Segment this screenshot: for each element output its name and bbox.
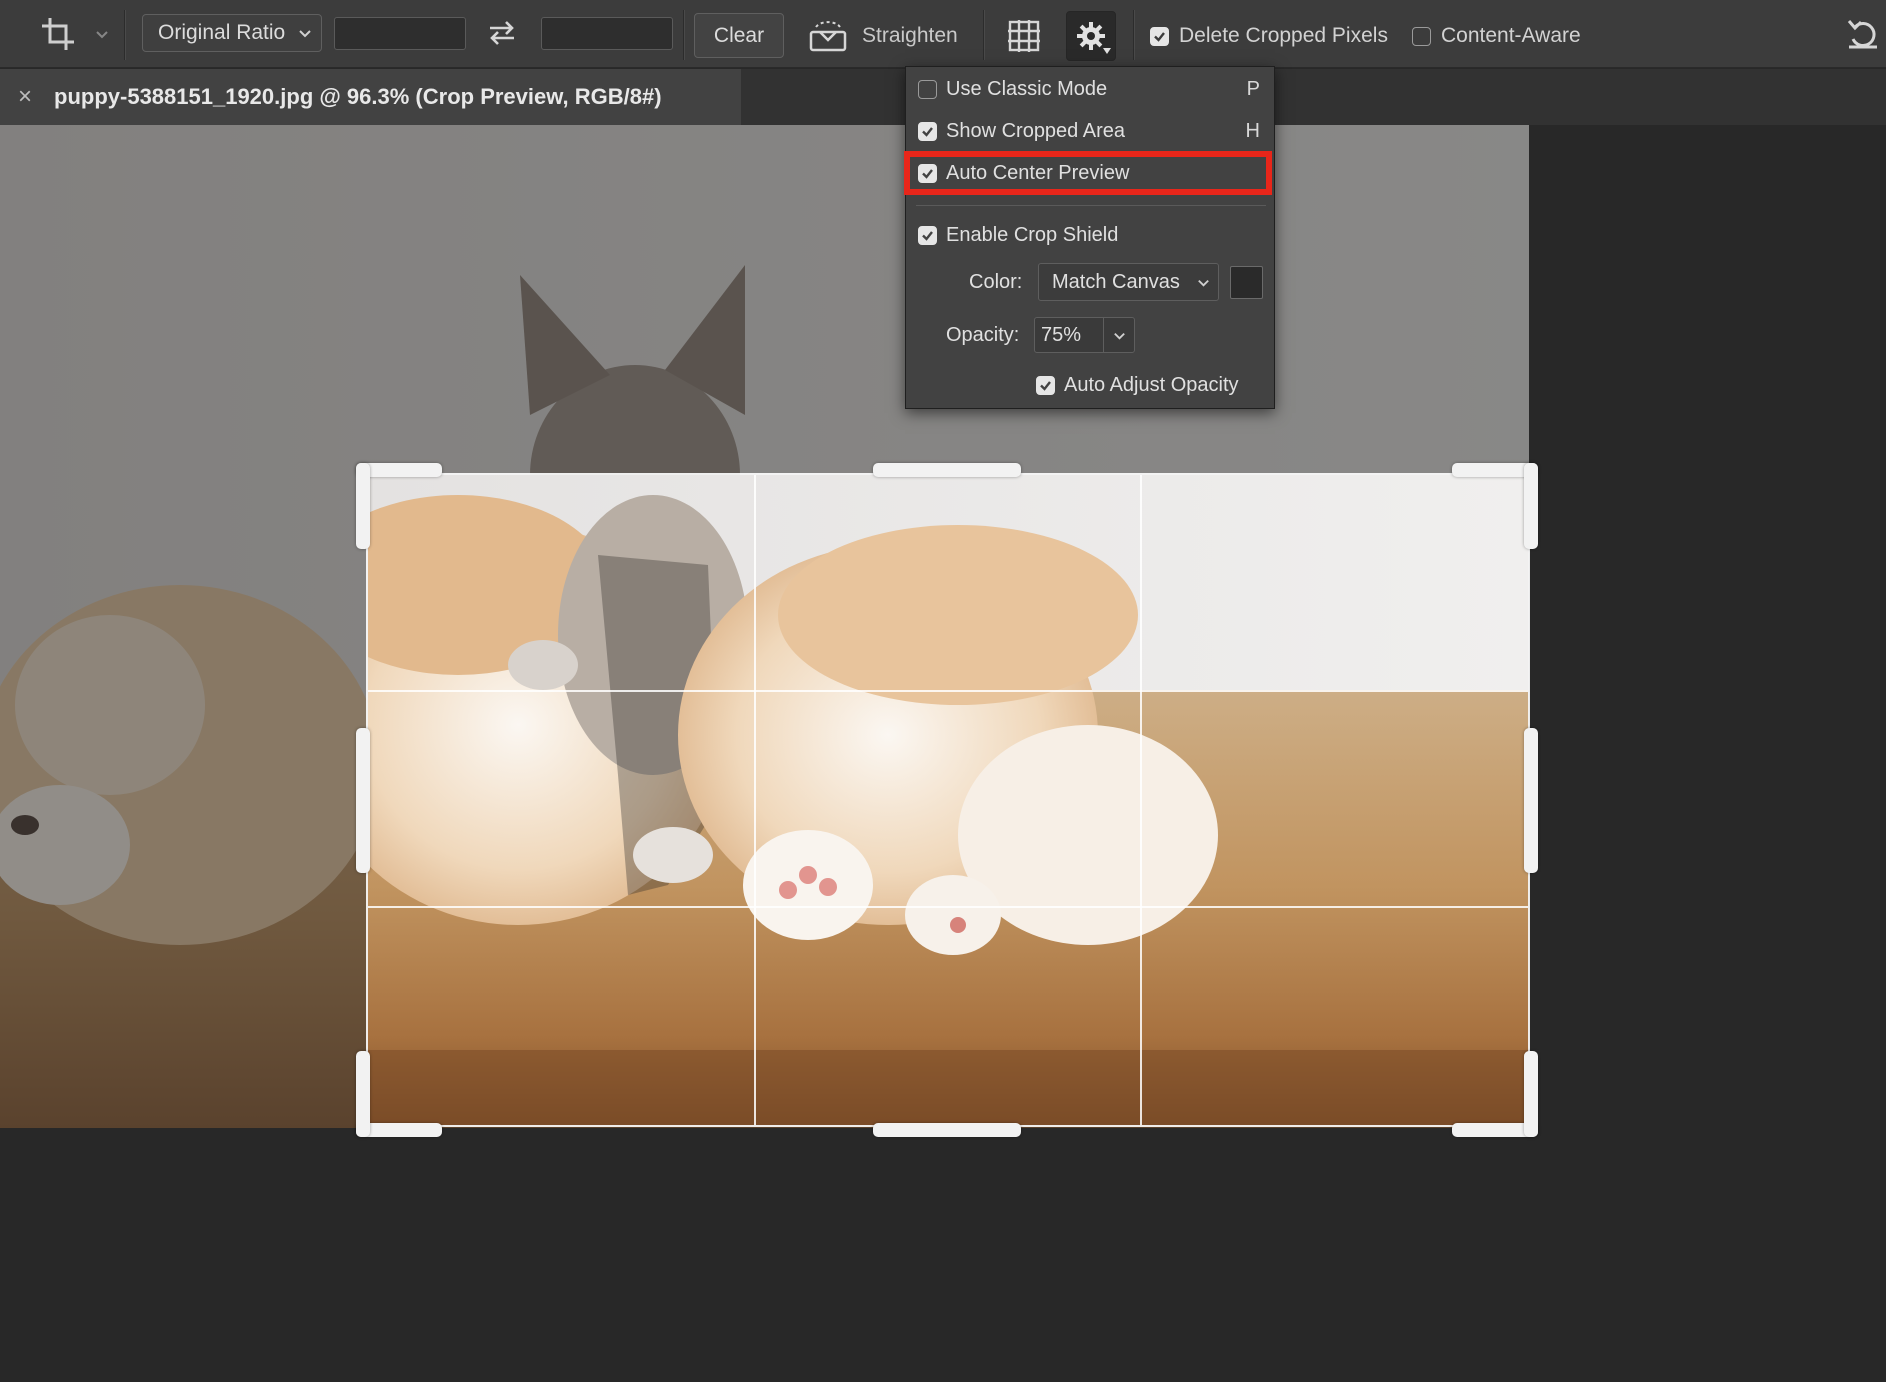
enable-crop-shield-label: Enable Crop Shield [946, 223, 1119, 246]
crop-settings-popup: Use Classic Mode P Show Cropped Area H A… [904, 66, 1276, 409]
document-tab[interactable]: × puppy-5388151_1920.jpg @ 96.3% (Crop P… [0, 69, 741, 125]
checkbox-checked-icon [1036, 375, 1055, 395]
document-title: puppy-5388151_1920.jpg @ 96.3% (Crop Pre… [54, 84, 662, 109]
separator [683, 10, 685, 60]
delete-cropped-pixels-label: Delete Cropped Pixels [1179, 24, 1388, 47]
shield-opacity-input[interactable]: 75% [1034, 317, 1104, 353]
shield-opacity-value: 75% [1041, 323, 1082, 346]
shield-color-select[interactable]: Match Canvas [1038, 263, 1219, 301]
show-cropped-area-label: Show Cropped Area [946, 119, 1126, 142]
use-classic-mode-label: Use Classic Mode [946, 77, 1108, 100]
use-classic-mode-shortcut: P [1246, 77, 1260, 100]
auto-adjust-opacity-option[interactable]: Auto Adjust Opacity [1036, 365, 1239, 405]
chevron-down-icon [96, 31, 108, 39]
checkbox-checked-icon [1150, 26, 1169, 46]
crop-handle-middle-right[interactable] [1524, 728, 1538, 873]
clear-label: Clear [713, 23, 765, 47]
crop-handle-top-center[interactable] [873, 463, 1021, 477]
shield-color-label: Color: [969, 271, 1023, 293]
crop-handle-bottom-left-v[interactable] [356, 1051, 370, 1137]
swap-arrows-icon [490, 21, 514, 45]
use-classic-mode-option[interactable]: Use Classic Mode P [906, 69, 1276, 109]
checkbox-unchecked-icon [918, 79, 937, 99]
enable-crop-shield-option[interactable]: Enable Crop Shield [906, 215, 1276, 255]
crop-settings-button[interactable] [1066, 11, 1116, 61]
highlight-box [904, 151, 1272, 195]
content-aware-label: Content-Aware [1441, 24, 1581, 47]
straighten-button[interactable]: Straighten [808, 16, 958, 56]
crop-tool-preset-picker[interactable] [38, 14, 110, 54]
crop-handle-bottom-center[interactable] [873, 1123, 1021, 1137]
chevron-down-icon [299, 30, 311, 38]
reset-button[interactable] [1844, 14, 1882, 52]
crop-handle-middle-left[interactable] [356, 728, 370, 873]
shield-opacity-dropdown[interactable] [1103, 317, 1135, 353]
delete-cropped-pixels-checkbox[interactable]: Delete Cropped Pixels [1150, 24, 1388, 48]
dropdown-triangle-icon [1103, 48, 1111, 54]
ratio-select-value: Original Ratio [158, 21, 286, 44]
auto-adjust-opacity-label: Auto Adjust Opacity [1064, 373, 1239, 396]
popup-divider [916, 205, 1266, 206]
checkbox-checked-icon [918, 225, 937, 245]
clear-button[interactable]: Clear [694, 13, 784, 58]
separator [983, 10, 985, 60]
checkbox-checked-icon [918, 121, 937, 141]
crop-icon [42, 18, 74, 50]
close-tab-icon[interactable]: × [18, 83, 32, 111]
crop-frame-border [366, 473, 1530, 1127]
swap-button[interactable] [486, 16, 520, 50]
crop-handle-top-right-v[interactable] [1524, 463, 1538, 549]
straighten-label: Straighten [862, 24, 958, 47]
shield-opacity-label: Opacity: [946, 324, 1020, 346]
show-cropped-area-shortcut: H [1245, 119, 1260, 142]
chevron-down-icon [1198, 279, 1209, 287]
crop-width-input[interactable] [334, 17, 466, 50]
overlay-options-button[interactable] [1004, 16, 1044, 56]
chevron-down-icon [1113, 332, 1125, 340]
crop-handle-bottom-right-v[interactable] [1524, 1051, 1538, 1137]
reset-icon [1847, 20, 1877, 49]
shield-color-swatch[interactable] [1230, 266, 1263, 299]
content-aware-checkbox[interactable]: Content-Aware [1412, 24, 1581, 48]
crop-handle-top-left-v[interactable] [356, 463, 370, 549]
shield-color-value: Match Canvas [1052, 270, 1180, 293]
crop-height-input[interactable] [541, 17, 673, 50]
options-bar: Original Ratio Clear Straighten Delete C… [0, 0, 1886, 68]
separator [124, 10, 126, 60]
checkbox-unchecked-icon [1412, 26, 1431, 46]
separator [1133, 10, 1135, 60]
ratio-select[interactable]: Original Ratio [142, 14, 322, 52]
show-cropped-area-option[interactable]: Show Cropped Area H [906, 111, 1276, 151]
grid-overlay-icon [1008, 20, 1040, 52]
level-icon [809, 21, 847, 52]
